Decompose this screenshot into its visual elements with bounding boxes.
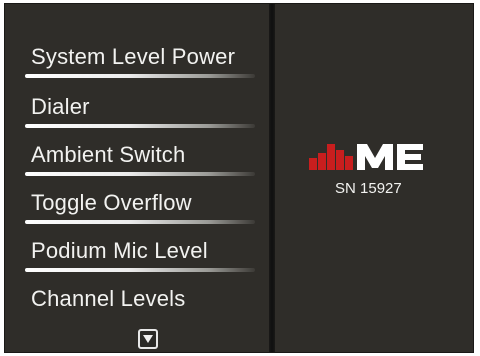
menu-item-toggle-overflow[interactable]: Toggle Overflow — [19, 184, 267, 224]
device-screen: System Level Power Dialer Ambient Switch… — [4, 3, 474, 353]
menu-item-channel-levels[interactable]: Channel Levels — [19, 280, 267, 314]
menu-item-podium-mic-level[interactable]: Podium Mic Level — [19, 232, 267, 272]
menu-item-dialer[interactable]: Dialer — [19, 88, 267, 128]
scroll-down-button[interactable] — [138, 329, 158, 349]
menu-item-ambient-switch[interactable]: Ambient Switch — [19, 136, 267, 176]
menu-item-label: Channel Levels — [31, 286, 186, 311]
triangle-down-icon — [143, 335, 153, 343]
menu-item-underline — [25, 124, 255, 128]
menu-item-label: Toggle Overflow — [31, 190, 192, 215]
device-info-pane: SN 15927 — [275, 4, 473, 352]
menu-item-label: Podium Mic Level — [31, 238, 208, 263]
menu-item-underline — [25, 74, 255, 78]
menu-item-label: System Level Power — [31, 44, 236, 69]
brand-logo — [309, 140, 449, 172]
menu-item-label: Ambient Switch — [31, 142, 186, 167]
menu-item-label: Dialer — [31, 94, 90, 119]
brand-logo-graphic — [309, 144, 423, 170]
menu-pane: System Level Power Dialer Ambient Switch… — [5, 4, 270, 352]
menu-item-system-level-power[interactable]: System Level Power — [19, 38, 267, 78]
menu-item-underline — [25, 172, 255, 176]
menu-item-underline — [25, 268, 255, 272]
menu-list: System Level Power Dialer Ambient Switch… — [5, 4, 270, 352]
serial-number: SN 15927 — [335, 180, 402, 197]
menu-item-underline — [25, 220, 255, 224]
